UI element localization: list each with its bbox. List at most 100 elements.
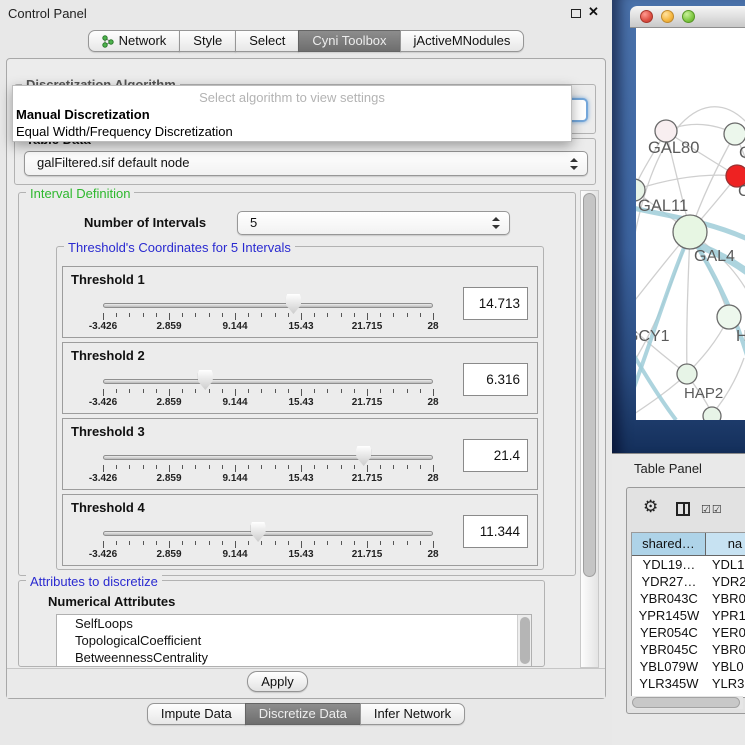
- network-window-titlebar[interactable]: [630, 6, 745, 28]
- num-intervals-combobox[interactable]: 5: [237, 211, 510, 235]
- table-data-combobox[interactable]: galFiltered.sif default node: [24, 151, 588, 176]
- slider-thumb[interactable]: [286, 294, 301, 314]
- slider-tick-label: -3.426: [89, 549, 117, 560]
- close-icon[interactable]: ✕: [588, 4, 599, 20]
- slider-tick: [367, 541, 368, 548]
- table-cell: YER0: [706, 624, 745, 641]
- tab-infer-network[interactable]: Infer Network: [360, 703, 465, 725]
- table-hscrollbar[interactable]: [630, 696, 743, 709]
- panel-scrollbar-thumb[interactable]: [583, 193, 596, 577]
- slider-tick: [103, 541, 104, 548]
- slider-tick-label: 2.859: [156, 321, 181, 332]
- slider-tick: [182, 313, 183, 317]
- slider-tick: [327, 389, 328, 393]
- slider-tick-label: 2.859: [156, 397, 181, 408]
- slider-tick-label: -3.426: [89, 397, 117, 408]
- slider-tick: [433, 541, 434, 548]
- tab-discretize-data[interactable]: Discretize Data: [245, 703, 361, 725]
- network-canvas[interactable]: GAL80GGAL11CGAL4GCY1HHAP2: [636, 28, 745, 420]
- tab-select[interactable]: Select: [235, 30, 299, 52]
- columns-icon[interactable]: [676, 502, 690, 516]
- zoom-traffic-light-icon[interactable]: [682, 10, 695, 23]
- node-top-right[interactable]: [724, 123, 745, 145]
- attribute-list-item[interactable]: TopologicalCoefficient: [57, 632, 531, 649]
- threshold-value-field[interactable]: 21.4: [463, 439, 528, 472]
- numerical-attributes-list[interactable]: SelfLoopsTopologicalCoefficientBetweenne…: [56, 614, 532, 667]
- slider-tick: [129, 465, 130, 469]
- column-header[interactable]: na: [706, 533, 745, 555]
- slider-tick: [169, 465, 170, 472]
- threshold-value-field[interactable]: 11.344: [463, 515, 528, 548]
- slider-track[interactable]: [103, 379, 433, 384]
- slider-tick: [393, 313, 394, 317]
- slider-tick: [103, 389, 104, 396]
- table-row[interactable]: YLR345WYLR3: [632, 675, 745, 692]
- numerical-attributes-heading: Numerical Attributes: [48, 594, 175, 609]
- slider-thumb[interactable]: [198, 370, 213, 390]
- list-scrollbar-thumb[interactable]: [520, 617, 530, 664]
- slider-tick: [341, 465, 342, 469]
- slider-tick: [209, 465, 210, 469]
- tab-jactivemnodules[interactable]: jActiveMNodules: [400, 30, 525, 52]
- slider-tick: [354, 389, 355, 393]
- float-panel-icon[interactable]: [571, 9, 581, 18]
- slider-thumb[interactable]: [356, 446, 371, 466]
- minimize-traffic-light-icon[interactable]: [661, 10, 674, 23]
- threshold-value-field[interactable]: 14.713: [463, 287, 528, 320]
- popup-option-equal-width-frequency[interactable]: Equal Width/Frequency Discretization: [13, 123, 571, 140]
- tab-cyni-toolbox[interactable]: Cyni Toolbox: [298, 30, 400, 52]
- node-gal4[interactable]: [673, 215, 707, 249]
- select-columns-icon[interactable]: ☑☑: [701, 503, 723, 516]
- table-row[interactable]: YBR043CYBR0: [632, 590, 745, 607]
- network-edge[interactable]: [687, 232, 690, 374]
- table-row[interactable]: YPR145WYPR1: [632, 607, 745, 624]
- slider-track[interactable]: [103, 303, 433, 308]
- slider-tick: [248, 541, 249, 545]
- control-panel-title: Control Panel: [8, 6, 87, 21]
- table-hscrollbar-thumb[interactable]: [632, 697, 740, 708]
- network-edge-thick[interactable]: [636, 234, 690, 420]
- table-row[interactable]: YBL079WYBL0: [632, 658, 745, 675]
- panel-scrollbar[interactable]: [580, 190, 599, 668]
- attribute-list-item[interactable]: SelfLoops: [57, 615, 531, 632]
- network-edge-thick[interactable]: [636, 338, 676, 420]
- table-row[interactable]: YER054CYER0: [632, 624, 745, 641]
- slider-tick-label: 2.859: [156, 473, 181, 484]
- column-header[interactable]: shared…: [632, 533, 706, 555]
- apply-button[interactable]: Apply: [247, 671, 308, 692]
- tab-impute-data[interactable]: Impute Data: [147, 703, 246, 725]
- slider-tick: [248, 389, 249, 393]
- popup-option-manual-discretization[interactable]: Manual Discretization: [13, 106, 571, 123]
- table-row[interactable]: YDL19…YDL1: [632, 556, 745, 573]
- table-row[interactable]: YDR27…YDR2: [632, 573, 745, 590]
- slider-tick: [235, 389, 236, 396]
- slider-tick: [380, 541, 381, 545]
- slider-tick: [341, 313, 342, 317]
- tab-style[interactable]: Style: [179, 30, 236, 52]
- close-traffic-light-icon[interactable]: [640, 10, 653, 23]
- threshold-label: Threshold 4: [71, 500, 145, 515]
- slider-track[interactable]: [103, 455, 433, 460]
- slider-track[interactable]: [103, 531, 433, 536]
- table-row[interactable]: YBR045CYBR0: [632, 641, 745, 658]
- gear-icon[interactable]: ⚙: [643, 497, 658, 517]
- node-bottom[interactable]: [703, 407, 721, 420]
- table-data-value: galFiltered.sif default node: [37, 155, 189, 170]
- slider-tick: [156, 389, 157, 393]
- threshold-label: Threshold 1: [71, 272, 145, 287]
- threshold-value-field[interactable]: 6.316: [463, 363, 528, 396]
- tab-network[interactable]: Network: [88, 30, 181, 52]
- slider-tick-label: 9.144: [222, 549, 247, 560]
- slider-tick: [275, 465, 276, 469]
- slider-thumb[interactable]: [251, 522, 266, 542]
- slider-tick: [143, 313, 144, 317]
- node-h[interactable]: [717, 305, 741, 329]
- table-cell: YBR045C: [632, 641, 706, 658]
- node-hap2[interactable]: [677, 364, 697, 384]
- table-cell: YBL079W: [632, 658, 706, 675]
- attribute-list-item[interactable]: BetweennessCentrality: [57, 649, 531, 666]
- table-rows: YDL19…YDL1YDR27…YDR2YBR043CYBR0YPR145WYP…: [632, 556, 745, 697]
- slider-tick: [275, 541, 276, 545]
- slider-tick: [143, 465, 144, 469]
- list-scrollbar[interactable]: [517, 615, 531, 666]
